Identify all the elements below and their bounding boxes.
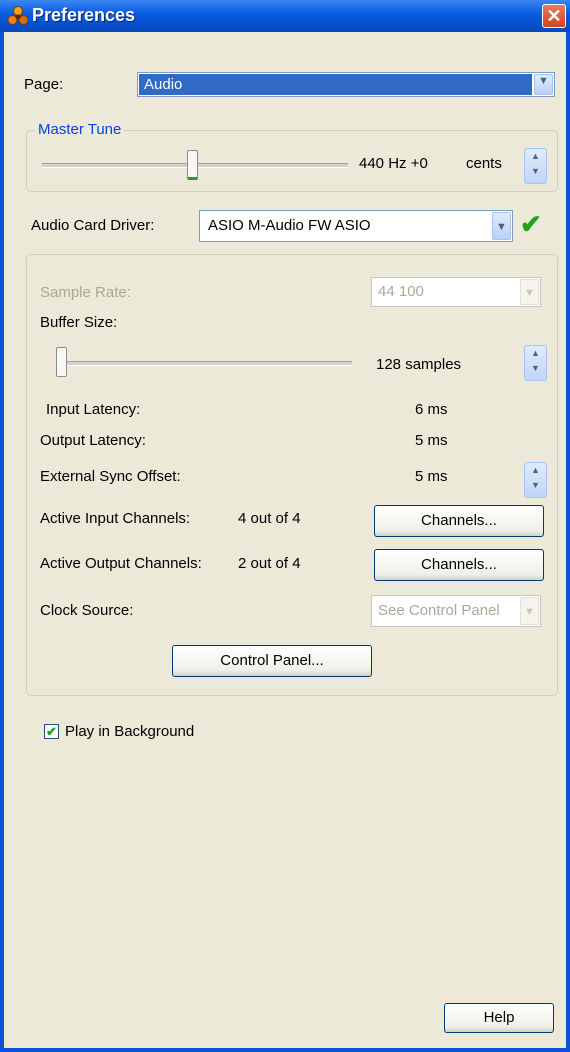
master-tune-value: 440 Hz +0: [359, 155, 428, 172]
external-sync-spinner[interactable]: ▲ ▼: [524, 462, 547, 498]
preferences-window: Preferences ✕ Page: Audio ▼ Master Tune …: [0, 0, 570, 1052]
play-in-background-label[interactable]: Play in Background: [65, 723, 194, 740]
spin-up-icon[interactable]: ▲: [525, 463, 546, 478]
input-latency-label: Input Latency:: [46, 401, 141, 418]
page-select[interactable]: Audio ▼: [137, 72, 555, 97]
master-tune-slider-thumb[interactable]: [187, 150, 198, 180]
sample-rate-select[interactable]: 44 100 ▼: [371, 277, 541, 307]
control-panel-button[interactable]: Control Panel...: [172, 645, 372, 677]
chevron-down-icon[interactable]: ▼: [492, 212, 511, 240]
input-channels-value: 4 out of 4: [238, 510, 301, 527]
buffer-size-value: 128 samples: [376, 356, 462, 373]
output-channels-button[interactable]: Channels...: [374, 549, 544, 581]
output-latency-label: Output Latency:: [40, 432, 146, 449]
clock-source-value: See Control Panel: [378, 602, 500, 619]
sample-rate-label: Sample Rate:: [40, 284, 131, 301]
driver-ok-icon: ✔: [520, 209, 542, 239]
driver-label: Audio Card Driver:: [31, 217, 155, 234]
app-logo-icon: [8, 6, 28, 25]
page-label: Page:: [24, 76, 64, 93]
help-button[interactable]: Help: [444, 1003, 554, 1033]
external-sync-value: 5 ms: [415, 468, 448, 485]
driver-select[interactable]: ASIO M-Audio FW ASIO ▼: [199, 210, 513, 242]
external-sync-label: External Sync Offset:: [40, 468, 181, 485]
input-channels-button[interactable]: Channels...: [374, 505, 544, 537]
spin-down-icon[interactable]: ▼: [525, 361, 546, 376]
clock-source-label: Clock Source:: [40, 602, 134, 619]
buffer-size-slider-thumb[interactable]: [56, 347, 67, 377]
close-icon: ✕: [546, 6, 562, 26]
spin-down-icon[interactable]: ▼: [525, 478, 546, 493]
master-tune-spinner[interactable]: ▲ ▼: [524, 148, 547, 184]
spin-up-icon[interactable]: ▲: [525, 346, 546, 361]
input-latency-value: 6 ms: [415, 401, 448, 418]
output-latency-value: 5 ms: [415, 432, 448, 449]
output-channels-label: Active Output Channels:: [40, 555, 202, 572]
input-channels-label: Active Input Channels:: [40, 510, 191, 527]
dialog-body: Page: Audio ▼ Master Tune 440 Hz +0 cent…: [4, 32, 566, 1048]
spin-up-icon[interactable]: ▲: [525, 149, 546, 164]
driver-select-value: ASIO M-Audio FW ASIO: [208, 217, 371, 234]
title-bar[interactable]: Preferences ✕: [0, 0, 570, 32]
buffer-size-spinner[interactable]: ▲ ▼: [524, 345, 547, 381]
master-tune-legend: Master Tune: [35, 121, 125, 138]
chevron-down-icon[interactable]: ▼: [520, 279, 539, 305]
output-channels-value: 2 out of 4: [238, 555, 301, 572]
chevron-down-icon[interactable]: ▼: [534, 74, 553, 95]
page-select-highlight: [139, 74, 532, 95]
clock-source-select[interactable]: See Control Panel ▼: [371, 595, 541, 627]
master-tune-unit: cents: [466, 155, 502, 172]
sample-rate-value: 44 100: [378, 283, 424, 300]
close-button[interactable]: ✕: [542, 4, 566, 28]
buffer-size-label: Buffer Size:: [40, 314, 118, 331]
checkmark-icon: ✔: [46, 724, 57, 739]
page-select-value: Audio: [144, 76, 183, 93]
buffer-size-slider-track[interactable]: [56, 361, 352, 366]
spin-down-icon[interactable]: ▼: [525, 164, 546, 179]
play-in-background-checkbox[interactable]: ✔: [44, 724, 59, 739]
chevron-down-icon[interactable]: ▼: [520, 597, 539, 625]
window-title: Preferences: [32, 5, 136, 25]
